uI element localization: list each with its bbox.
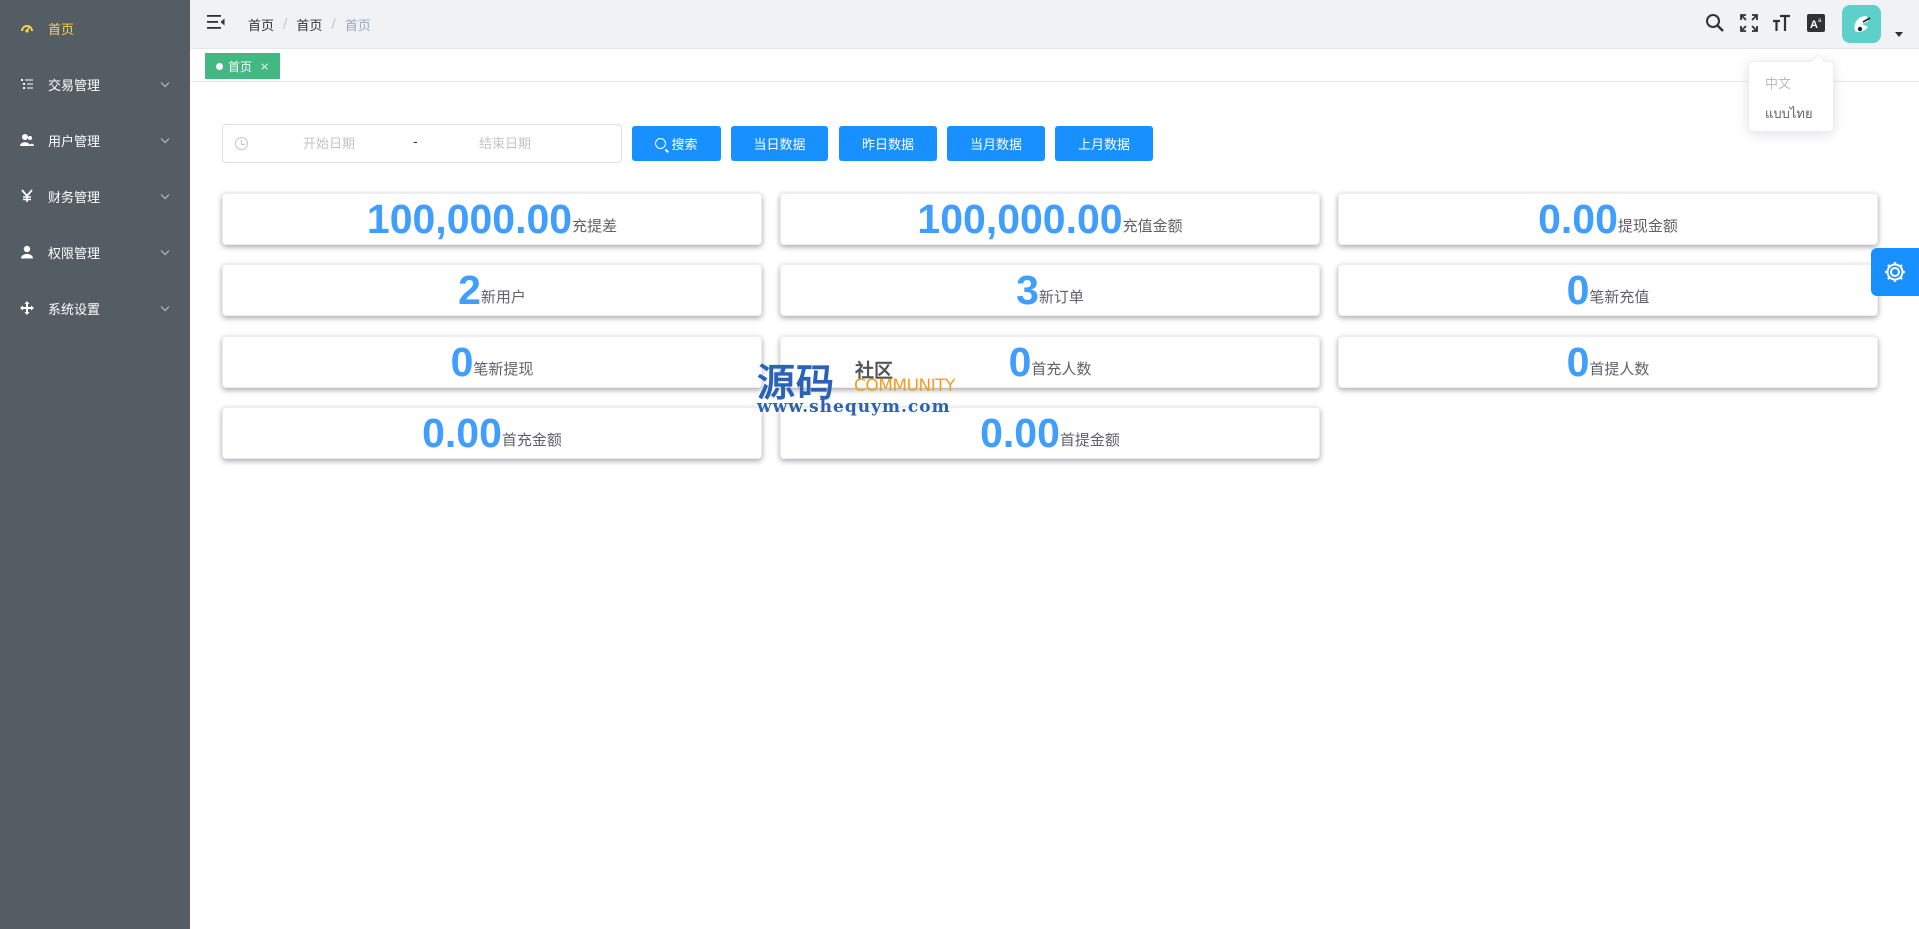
stat-card-new-withdrawals: 0 笔新提现 (222, 336, 762, 388)
close-icon[interactable]: × (260, 60, 269, 73)
date-separator: - (413, 135, 418, 150)
user-icon (21, 245, 33, 259)
sidebar-item-finance[interactable]: 财务管理 (0, 168, 190, 224)
search-button[interactable]: 搜索 (632, 126, 721, 161)
stat-label: 充提差 (572, 217, 618, 235)
stat-label: 笔新充值 (1589, 288, 1650, 306)
sidebar-item-label: 用户管理 (48, 134, 101, 150)
language-dropdown: 中文 แบบไทย (1748, 53, 1834, 132)
hamburger-icon[interactable] (207, 14, 225, 30)
tag-home[interactable]: 首页 × (205, 53, 281, 79)
start-date-input[interactable] (259, 133, 399, 155)
breadcrumb: 首页 / 首页 / 首页 (248, 15, 371, 34)
yen-icon (21, 189, 33, 202)
end-date-input[interactable] (435, 133, 575, 155)
search-icon (655, 138, 667, 149)
users-icon (20, 134, 34, 146)
breadcrumb-item-current: 首页 (344, 19, 371, 34)
breadcrumb-item[interactable]: 首页 (296, 15, 322, 34)
tags-view: 首页 × (190, 49, 1919, 82)
stat-card-first-withdraw-count: 0 首提人数 (1338, 336, 1878, 388)
today-data-button[interactable]: 当日数据 (731, 126, 828, 161)
dashboard-icon (21, 25, 33, 33)
sidebar-item-home[interactable]: 首页 (0, 0, 190, 56)
move-icon (20, 301, 34, 315)
stat-card-new-recharges: 0 笔新充值 (1338, 264, 1878, 316)
font-size-icon[interactable] (1772, 13, 1792, 33)
stat-value: 0.00 (422, 409, 502, 456)
stat-value: 100,000.00 (917, 195, 1123, 242)
stat-label: 充值金额 (1122, 217, 1183, 235)
tag-label: 首页 (228, 59, 253, 74)
stat-label: 首提金额 (1059, 431, 1120, 449)
watermark-english-text: COMMUNITY (854, 376, 956, 396)
sidebar-item-trade[interactable]: 交易管理 (0, 56, 190, 112)
avatar[interactable] (1842, 5, 1881, 43)
sidebar-item-label: 交易管理 (48, 78, 101, 94)
stat-value: 0.00 (1538, 195, 1618, 242)
watermark-url: www.shequym.com (757, 397, 951, 417)
chevron-down-icon (160, 78, 170, 88)
stat-value: 0 (450, 338, 474, 385)
stat-label: 首充金额 (501, 431, 562, 449)
sidebar-item-label: 系统设置 (48, 302, 101, 318)
sidebar: 首页 交易管理 用户管理 财务管理 权限管理 系统设置 (0, 0, 190, 929)
date-range-picker[interactable]: - (222, 124, 622, 163)
sidebar-item-settings[interactable]: 系统设置 (0, 280, 190, 336)
language-option-chinese[interactable]: 中文 (1749, 70, 1833, 100)
sidebar-item-label: 财务管理 (48, 190, 101, 206)
stat-label: 首充人数 (1031, 360, 1092, 378)
svg-text:A: A (1810, 19, 1818, 31)
gear-icon (1885, 262, 1905, 282)
stat-value: 0 (1566, 338, 1590, 385)
sidebar-item-permission[interactable]: 权限管理 (0, 224, 190, 280)
language-icon[interactable]: A a (1806, 13, 1826, 33)
active-dot-icon (216, 62, 223, 70)
stat-label: 笔新提现 (473, 360, 534, 378)
stat-card-withdraw-amount: 0.00 提现金额 (1338, 193, 1878, 245)
stat-value: 0 (1008, 338, 1032, 385)
list-icon (21, 79, 33, 89)
breadcrumb-item[interactable]: 首页 (248, 15, 274, 34)
chevron-down-icon (160, 190, 170, 200)
stat-value: 2 (458, 266, 481, 313)
chevron-down-icon (160, 134, 170, 144)
sidebar-item-users[interactable]: 用户管理 (0, 112, 190, 168)
last-month-data-button[interactable]: 上月数据 (1055, 126, 1153, 161)
language-option-thai[interactable]: แบบไทย (1749, 100, 1833, 130)
clock-icon (235, 137, 248, 150)
top-navbar: 首页 / 首页 / 首页 A a (190, 0, 1919, 49)
watermark: 源码 社区 COMMUNITY www.shequym.com (757, 352, 957, 422)
yesterday-data-button[interactable]: 昨日数据 (839, 126, 937, 161)
stat-value: 0.00 (980, 409, 1060, 456)
stat-value: 0 (1566, 266, 1590, 313)
stat-label: 新订单 (1038, 288, 1084, 306)
sidebar-item-label: 权限管理 (48, 246, 101, 262)
stat-value: 100,000.00 (366, 195, 573, 242)
stat-label: 新用户 (480, 288, 526, 306)
avatar-image (1854, 16, 1871, 32)
fullscreen-icon[interactable] (1739, 13, 1759, 33)
sidebar-item-label: 首页 (48, 22, 75, 38)
stat-card-first-recharge-amount: 0.00 首充金额 (222, 407, 762, 459)
this-month-data-button[interactable]: 当月数据 (947, 126, 1045, 161)
search-icon[interactable] (1705, 13, 1725, 33)
chevron-down-icon (160, 302, 170, 312)
stat-card-recharge-amount: 100,000.00 充值金额 (780, 193, 1320, 245)
caret-down-icon[interactable] (1895, 32, 1903, 37)
stat-label: 首提人数 (1589, 360, 1650, 378)
stat-card-recharge-withdraw-diff: 100,000.00 充提差 (222, 193, 762, 245)
stat-label: 提现金额 (1617, 217, 1678, 235)
settings-drawer-button[interactable] (1871, 248, 1919, 296)
stat-card-new-orders: 3 新订单 (780, 264, 1320, 316)
stat-value: 3 (1016, 266, 1039, 313)
chevron-down-icon (160, 246, 170, 256)
stat-card-new-users: 2 新用户 (222, 264, 762, 316)
